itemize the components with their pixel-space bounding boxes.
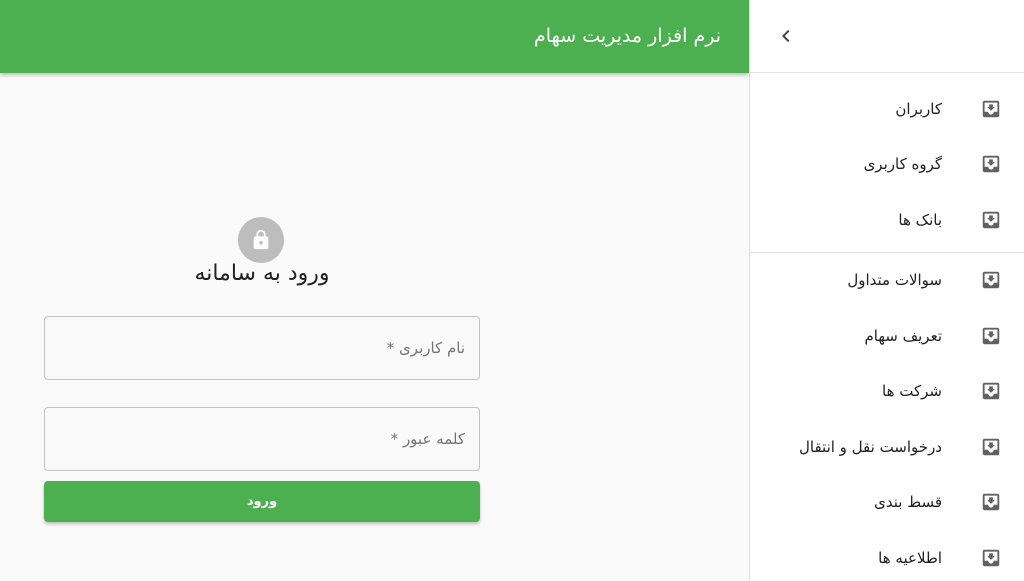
- sidebar-item[interactable]: اطلاعیه ها: [750, 530, 1024, 581]
- nav-group: کاربران گروه کاربری بانک ها: [750, 73, 1024, 253]
- login-title: ورود به سامانه: [194, 261, 330, 286]
- sidebar-item[interactable]: تعریف سهام: [750, 308, 1024, 364]
- drawer-header: [750, 0, 1024, 73]
- move-to-inbox-icon: [982, 549, 1000, 566]
- move-to-inbox-icon: [982, 156, 1000, 173]
- move-to-inbox-icon: [982, 438, 1000, 455]
- move-to-inbox-icon: [982, 494, 1000, 511]
- sidebar-item-label: بانک ها: [898, 210, 942, 229]
- app-title: نرم افزار مدیریت سهام: [533, 25, 721, 47]
- sidebar-item[interactable]: کاربران: [750, 81, 1024, 137]
- sidebar-item[interactable]: بانک ها: [750, 192, 1024, 248]
- sidebar-item-label: تعریف سهام: [864, 326, 943, 345]
- drawer-nav: کاربران گروه کاربری بانک ها سوالات متداول تع…: [750, 73, 1024, 581]
- username-input[interactable]: [45, 317, 479, 379]
- lock-avatar: [238, 217, 284, 263]
- move-to-inbox-icon: [982, 100, 1000, 117]
- move-to-inbox-icon: [982, 327, 1000, 344]
- sidebar-item-label: درخواست نقل و انتقال: [798, 437, 942, 456]
- sidebar-item-label: اطلاعیه ها: [878, 548, 942, 567]
- lock-icon: [253, 229, 269, 250]
- side-drawer: کاربران گروه کاربری بانک ها سوالات متداول تع…: [749, 0, 1024, 581]
- username-field[interactable]: [44, 316, 480, 380]
- password-field[interactable]: [44, 407, 480, 471]
- sidebar-item-label: کاربران: [895, 99, 942, 118]
- sidebar-item[interactable]: شرکت ها: [750, 364, 1024, 420]
- password-input[interactable]: [45, 408, 479, 470]
- login-button[interactable]: ورود: [44, 481, 480, 522]
- sidebar-item-label: گروه کاربری: [863, 155, 942, 174]
- sidebar-item[interactable]: قسط بندی: [750, 475, 1024, 531]
- sidebar-item-label: سوالات متداول: [847, 271, 942, 290]
- move-to-inbox-icon: [982, 383, 1000, 400]
- app-bar: نرم افزار مدیریت سهام: [0, 0, 749, 73]
- sidebar-item[interactable]: سوالات متداول: [750, 253, 1024, 309]
- move-to-inbox-icon: [982, 272, 1000, 289]
- sidebar-item[interactable]: درخواست نقل و انتقال: [750, 419, 1024, 475]
- move-to-inbox-icon: [982, 211, 1000, 228]
- sidebar-item-label: قسط بندی: [874, 493, 942, 512]
- sidebar-item-label: شرکت ها: [882, 382, 942, 401]
- sidebar-item[interactable]: گروه کاربری: [750, 137, 1024, 193]
- login-panel: ورود به سامانه ورود: [0, 73, 749, 581]
- nav-group: سوالات متداول تعریف سهام شرکت ها درخواست نق…: [750, 253, 1024, 581]
- chevron-left-icon[interactable]: [774, 24, 798, 48]
